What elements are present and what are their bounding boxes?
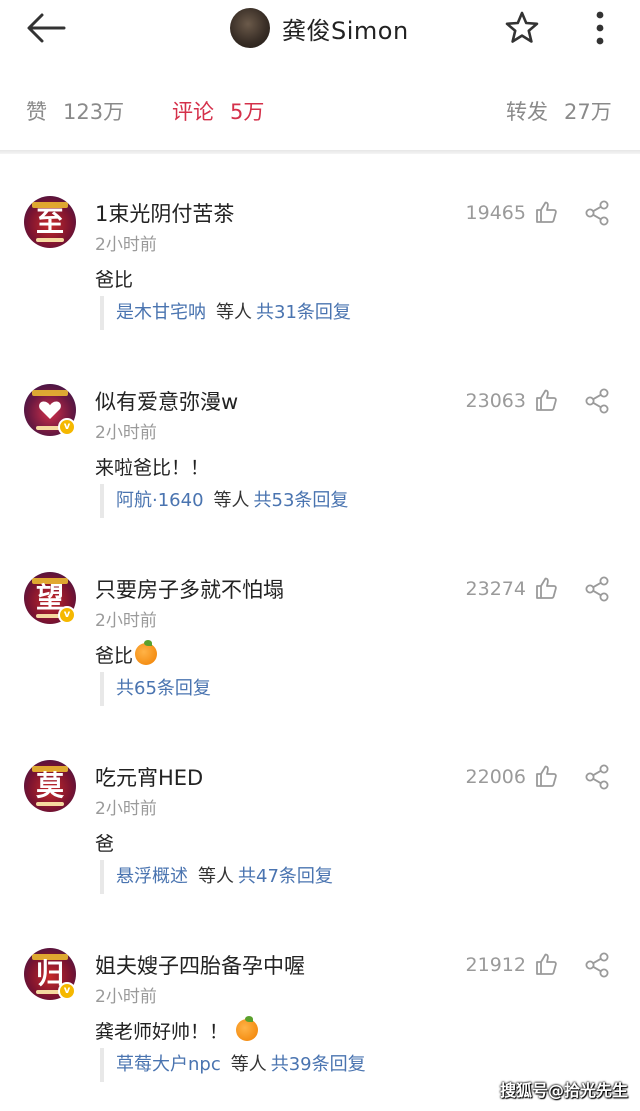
reply-total[interactable]: 共47条回复 xyxy=(238,866,333,887)
reply-users[interactable]: 是木甘宅呐 xyxy=(116,302,206,323)
like-count: 19465 xyxy=(465,202,526,224)
commenter-name[interactable]: 姐夫嫂子四胎备孕中喔 xyxy=(95,950,305,980)
commenter-avatar[interactable]: 莫 xyxy=(24,760,76,812)
top-bar: 龚俊Simon xyxy=(0,0,640,60)
thumbs-up-icon[interactable] xyxy=(534,200,558,224)
comment-item: 莫 吃元宵HED 2小时前 爸 22006 悬浮概述 等人 共47条回复 xyxy=(0,752,640,940)
verified-badge-icon: v xyxy=(58,982,76,1000)
thumbs-up-icon[interactable] xyxy=(534,952,558,976)
like-count: 23063 xyxy=(465,390,526,412)
reply-users[interactable]: 草莓大户npc xyxy=(116,1054,221,1075)
avatar-frame-decoration xyxy=(36,802,64,806)
like-count: 21912 xyxy=(465,954,526,976)
more-vertical-icon xyxy=(596,11,604,45)
comment-time: 2小时前 xyxy=(95,423,157,443)
post-author[interactable]: 龚俊Simon xyxy=(230,8,409,48)
reply-etc: 等人 xyxy=(216,302,252,323)
share-icon[interactable] xyxy=(584,576,610,602)
engagement-tabs: 赞 123万 评论 5万 转发 27万 xyxy=(0,88,640,136)
reply-etc: 等人 xyxy=(198,866,234,887)
heart-icon xyxy=(39,401,61,419)
thumbs-up-icon[interactable] xyxy=(534,764,558,788)
more-button[interactable] xyxy=(586,10,614,46)
commenter-name[interactable]: 1束光阴付苦茶 xyxy=(95,198,234,228)
comment-item: 望 v 只要房子多就不怕塌 2小时前 爸比 23274 共65条回复 xyxy=(0,564,640,752)
commenter-avatar[interactable]: 至 xyxy=(24,196,76,248)
reply-total[interactable]: 共31条回复 xyxy=(256,302,351,323)
tab-likes[interactable]: 赞 123万 xyxy=(26,96,124,126)
thumbs-up-icon[interactable] xyxy=(534,388,558,412)
tab-reposts[interactable]: 转发 27万 xyxy=(506,96,612,126)
share-icon[interactable] xyxy=(584,388,610,414)
comment-text: 爸 xyxy=(95,833,115,855)
comment-item: v 似有爱意弥漫w 2小时前 来啦爸比！！ 23063 阿航·1640 等人 共53… xyxy=(0,376,640,564)
thumbs-up-icon[interactable] xyxy=(534,576,558,600)
comment-time: 2小时前 xyxy=(95,799,157,819)
tab-comments-label: 评论 xyxy=(172,100,214,124)
like-count: 22006 xyxy=(465,766,526,788)
section-divider xyxy=(0,150,640,154)
avatar-glyph: 莫 xyxy=(35,769,64,802)
avatar-frame-decoration xyxy=(36,238,64,242)
share-icon[interactable] xyxy=(584,952,610,978)
back-button[interactable] xyxy=(24,10,68,46)
comment-text-content: 龚老师好帅！！ xyxy=(95,1021,229,1043)
favorite-button[interactable] xyxy=(504,10,540,46)
reply-etc: 等人 xyxy=(213,490,250,511)
comment-text-content: 爸比 xyxy=(95,645,134,667)
tab-reposts-label: 转发 xyxy=(506,100,548,124)
commenter-name[interactable]: 吃元宵HED xyxy=(95,762,203,792)
comment-time: 2小时前 xyxy=(95,611,157,631)
tab-comments-count: 5万 xyxy=(230,100,265,124)
comment-text: 龚老师好帅！！ xyxy=(95,1016,259,1044)
comment-text: 爸比 xyxy=(95,269,134,291)
like-count: 23274 xyxy=(465,578,526,600)
comment-time: 2小时前 xyxy=(95,987,157,1007)
reply-summary[interactable]: 是木甘宅呐 等人 共31条回复 xyxy=(100,296,351,330)
reply-etc: 等人 xyxy=(230,1054,267,1075)
reply-users[interactable]: 阿航·1640 xyxy=(116,490,204,511)
tab-reposts-count: 27万 xyxy=(564,100,612,124)
reply-total[interactable]: 共65条回复 xyxy=(116,678,211,699)
page-title: 龚俊Simon xyxy=(282,16,409,45)
share-icon[interactable] xyxy=(584,200,610,226)
share-icon[interactable] xyxy=(584,764,610,790)
commenter-name[interactable]: 似有爱意弥漫w xyxy=(95,386,238,416)
arrow-left-icon xyxy=(27,13,66,43)
avatar-glyph: 至 xyxy=(35,205,64,238)
comment-text: 来啦爸比！！ xyxy=(95,457,210,479)
reply-summary[interactable]: 草莓大户npc 等人 共39条回复 xyxy=(100,1048,366,1082)
reply-users[interactable]: 悬浮概述 xyxy=(116,866,188,887)
star-icon xyxy=(505,11,539,43)
comment-time: 2小时前 xyxy=(95,235,157,255)
author-avatar[interactable] xyxy=(230,8,270,48)
reply-summary[interactable]: 阿航·1640 等人 共53条回复 xyxy=(100,484,348,518)
avatar-frame-decoration xyxy=(32,390,68,396)
reply-total[interactable]: 共39条回复 xyxy=(271,1054,366,1075)
tab-comments[interactable]: 评论 5万 xyxy=(172,96,264,126)
comment-text: 爸比 xyxy=(95,640,158,668)
orange-emoji-icon xyxy=(236,1016,259,1041)
commenter-name[interactable]: 只要房子多就不怕塌 xyxy=(95,574,284,604)
orange-emoji-icon xyxy=(135,640,158,665)
watermark: 搜狐号@拾光先生 xyxy=(499,1081,628,1100)
tab-likes-label: 赞 xyxy=(26,100,47,124)
reply-total[interactable]: 共53条回复 xyxy=(254,490,349,511)
verified-badge-icon: v xyxy=(58,418,76,436)
reply-summary[interactable]: 悬浮概述 等人 共47条回复 xyxy=(100,860,333,894)
verified-badge-icon: v xyxy=(58,606,76,624)
comment-item: 至 1束光阴付苦茶 2小时前 爸比 19465 是木甘宅呐 等人 共31条回复 xyxy=(0,188,640,376)
reply-summary[interactable]: 共65条回复 xyxy=(100,672,211,706)
tab-likes-count: 123万 xyxy=(63,100,125,124)
